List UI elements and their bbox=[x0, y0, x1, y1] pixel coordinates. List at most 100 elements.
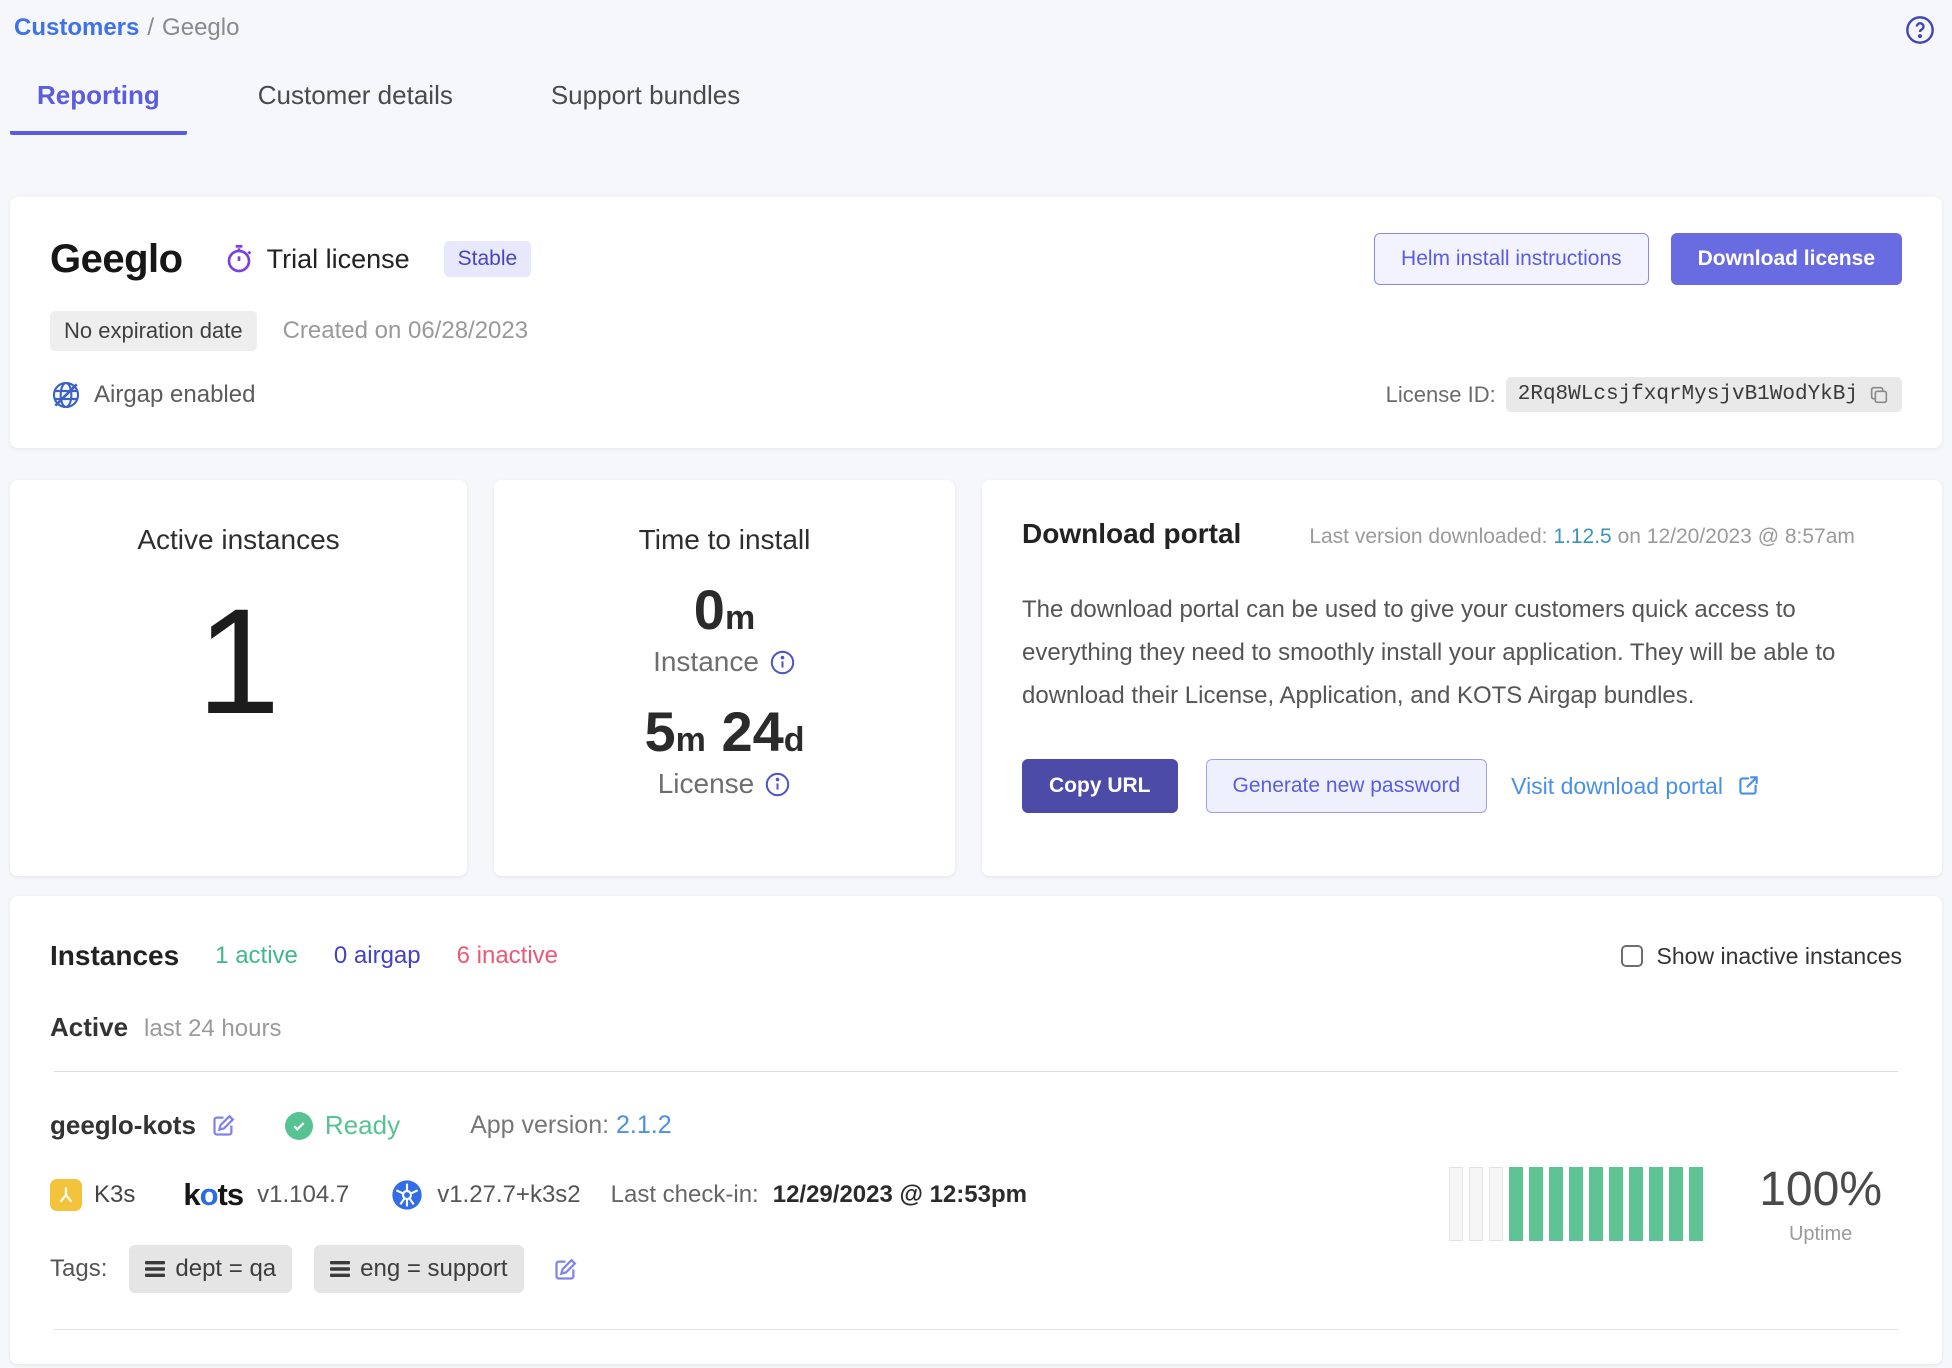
customer-name: Geeglo bbox=[50, 237, 183, 282]
instance-time-label: Instance bbox=[653, 646, 759, 678]
tab-customer-details[interactable]: Customer details bbox=[231, 80, 480, 135]
distribution-name: K3s bbox=[94, 1181, 135, 1209]
divider bbox=[54, 1329, 1898, 1330]
time-to-install-card: Time to install 0m Instance 5m 24d Licen… bbox=[494, 480, 955, 876]
instance-time-value: 0 bbox=[694, 578, 725, 641]
uptime-bar bbox=[1589, 1167, 1603, 1241]
instance-info-icon[interactable] bbox=[769, 649, 796, 676]
uptime-value: 100% bbox=[1759, 1162, 1882, 1217]
instances-title: Instances bbox=[50, 940, 179, 972]
uptime-bar bbox=[1569, 1167, 1583, 1241]
active-instances-count: 1 bbox=[197, 586, 280, 736]
uptime-bars bbox=[1449, 1167, 1703, 1241]
active-instances-card: Active instances 1 bbox=[10, 480, 467, 876]
help-icon[interactable] bbox=[1904, 14, 1936, 46]
status-badge: Ready bbox=[285, 1110, 400, 1141]
ready-check-icon bbox=[285, 1112, 313, 1140]
show-inactive-toggle[interactable]: Show inactive instances bbox=[1621, 943, 1902, 970]
tags-label: Tags: bbox=[50, 1255, 107, 1283]
generate-new-password-button[interactable]: Generate new password bbox=[1206, 759, 1488, 813]
instances-card: Instances 1 active 0 airgap 6 inactive S… bbox=[10, 896, 1942, 1364]
show-inactive-checkbox[interactable] bbox=[1621, 945, 1643, 967]
tab-bar: Reporting Customer details Support bundl… bbox=[0, 46, 1952, 135]
tag-text: dept = qa bbox=[175, 1255, 276, 1283]
active-instances-title: Active instances bbox=[137, 524, 339, 556]
uptime-bar bbox=[1629, 1167, 1643, 1241]
active-count[interactable]: 1 active bbox=[215, 942, 298, 970]
app-version-label: App version: bbox=[470, 1111, 609, 1139]
divider bbox=[54, 1071, 1898, 1072]
tag-eng-support[interactable]: eng = support bbox=[314, 1245, 523, 1293]
license-time-unit2: d bbox=[784, 721, 805, 759]
k3s-icon bbox=[50, 1179, 82, 1211]
channel-badge: Stable bbox=[444, 241, 532, 277]
last-version-suffix: on 12/20/2023 @ 8:57am bbox=[1612, 525, 1855, 548]
helm-install-instructions-button[interactable]: Helm install instructions bbox=[1374, 233, 1649, 285]
license-id-pill: 2Rq8WLcsjfxqrMysjvB1WodYkBj bbox=[1506, 377, 1902, 412]
uptime-bar bbox=[1449, 1167, 1463, 1241]
uptime-bar bbox=[1689, 1167, 1703, 1241]
uptime-bar bbox=[1649, 1167, 1663, 1241]
breadcrumb-current: Geeglo bbox=[162, 14, 239, 41]
last-version-downloaded: Last version downloaded: 1.12.5 on 12/20… bbox=[1309, 525, 1855, 549]
license-id-label: License ID: bbox=[1386, 382, 1496, 408]
last-checkin-label: Last check-in: bbox=[611, 1181, 759, 1209]
uptime-bar bbox=[1469, 1167, 1483, 1241]
inactive-count[interactable]: 6 inactive bbox=[457, 942, 558, 970]
airgap-globe-icon bbox=[50, 379, 82, 411]
instance-install-time: 0m Instance bbox=[653, 556, 796, 678]
visit-download-portal-link[interactable]: Visit download portal bbox=[1511, 773, 1761, 800]
uptime-bar bbox=[1549, 1167, 1563, 1241]
tab-reporting[interactable]: Reporting bbox=[10, 80, 187, 135]
visit-download-portal-label: Visit download portal bbox=[1511, 773, 1723, 800]
edit-instance-name-icon[interactable] bbox=[210, 1112, 237, 1139]
app-version-link[interactable]: 2.1.2 bbox=[616, 1111, 672, 1139]
license-id-value: 2Rq8WLcsjfxqrMysjvB1WodYkBj bbox=[1518, 383, 1858, 406]
uptime-label: Uptime bbox=[1789, 1223, 1852, 1246]
tag-dept-qa[interactable]: dept = qa bbox=[129, 1245, 292, 1293]
license-info-icon[interactable] bbox=[764, 771, 791, 798]
kubernetes-icon bbox=[391, 1179, 423, 1211]
breadcrumb-customers-link[interactable]: Customers bbox=[14, 14, 139, 41]
tag-text: eng = support bbox=[360, 1255, 507, 1283]
uptime-bar bbox=[1489, 1167, 1503, 1241]
tab-support-bundles[interactable]: Support bundles bbox=[524, 80, 767, 135]
license-time-label: License bbox=[658, 768, 755, 800]
k8s-version: v1.27.7+k3s2 bbox=[437, 1181, 580, 1209]
uptime-bar bbox=[1509, 1167, 1523, 1241]
instance-row: geeglo-kots Ready App version: 2.1.2 bbox=[50, 1110, 1902, 1293]
trial-timer-icon bbox=[223, 243, 255, 275]
download-portal-description: The download portal can be used to give … bbox=[1022, 588, 1902, 717]
license-type-label: Trial license bbox=[267, 244, 410, 275]
uptime-bar bbox=[1529, 1167, 1543, 1241]
active-group-range: last 24 hours bbox=[144, 1015, 281, 1043]
breadcrumb-separator: / bbox=[147, 14, 154, 41]
license-install-time: 5m 24d License bbox=[644, 678, 804, 800]
active-group-title: Active bbox=[50, 1012, 128, 1043]
copy-url-button[interactable]: Copy URL bbox=[1022, 759, 1178, 813]
kots-version: v1.104.7 bbox=[257, 1181, 349, 1209]
expiration-badge: No expiration date bbox=[50, 311, 257, 351]
license-time-value1: 5 bbox=[644, 700, 675, 763]
uptime-bar bbox=[1669, 1167, 1683, 1241]
last-version-link[interactable]: 1.12.5 bbox=[1553, 525, 1611, 548]
customer-summary-card: Geeglo Trial license Stable Helm install… bbox=[10, 197, 1942, 448]
download-portal-title: Download portal bbox=[1022, 518, 1241, 550]
airgap-enabled-label: Airgap enabled bbox=[94, 381, 255, 409]
uptime-block: 100% Uptime bbox=[1449, 1114, 1902, 1293]
license-time-unit1: m bbox=[676, 721, 706, 759]
tag-bars-icon bbox=[330, 1261, 350, 1277]
tag-bars-icon bbox=[145, 1261, 165, 1277]
download-license-button[interactable]: Download license bbox=[1671, 233, 1902, 285]
copy-icon[interactable] bbox=[1868, 384, 1890, 406]
last-version-label: Last version downloaded: bbox=[1309, 525, 1547, 548]
airgap-count[interactable]: 0 airgap bbox=[334, 942, 421, 970]
instance-name: geeglo-kots bbox=[50, 1110, 196, 1141]
edit-tags-icon[interactable] bbox=[552, 1256, 579, 1283]
time-to-install-title: Time to install bbox=[639, 524, 811, 556]
status-text: Ready bbox=[325, 1110, 400, 1141]
metrics-row: Active instances 1 Time to install 0m In… bbox=[10, 480, 1942, 876]
breadcrumb: Customers / Geeglo bbox=[14, 14, 239, 42]
kots-logo: kots bbox=[183, 1177, 243, 1213]
instance-time-unit: m bbox=[725, 599, 755, 637]
